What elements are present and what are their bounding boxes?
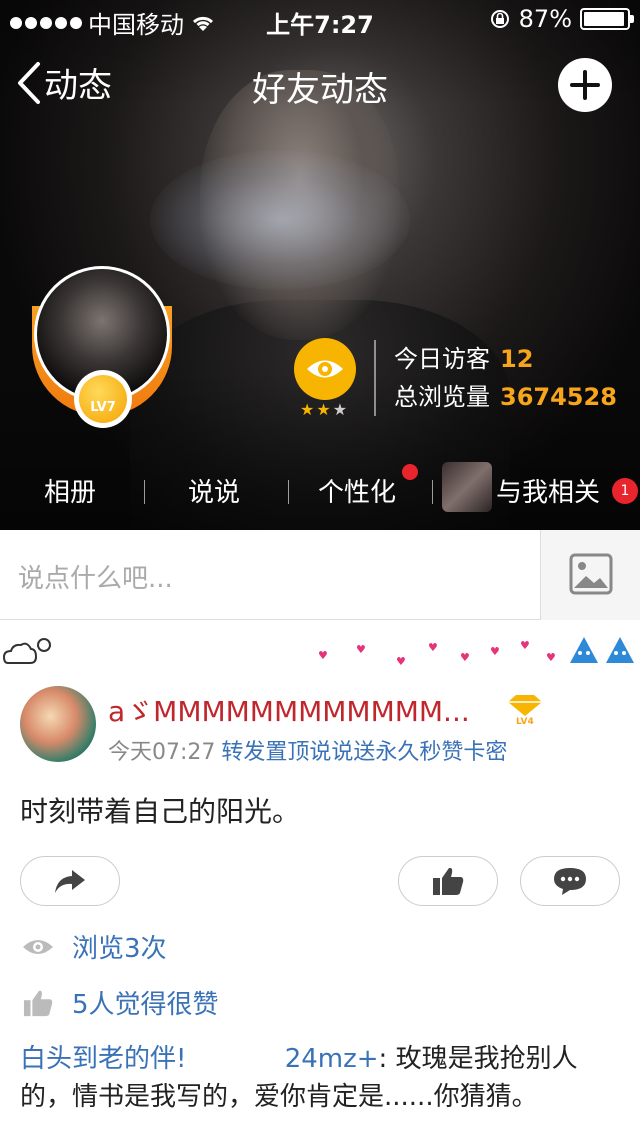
star-icon: ★: [300, 400, 315, 419]
heart-icon: ♥: [318, 649, 328, 662]
view-count-row: 浏览3次: [20, 928, 167, 965]
view-count: 浏览3次: [72, 934, 167, 964]
share-arrow-icon: [55, 870, 85, 893]
post-content: 时刻带着自己的阳光。: [20, 795, 301, 828]
decorative-pixel-band: ♥ ♥ ♥ ♥ ♥ ♥ ♥ ♥: [0, 621, 640, 676]
like-button[interactable]: [398, 856, 498, 906]
heart-icon: ♥: [520, 639, 530, 652]
level-badge[interactable]: LV7: [74, 370, 132, 428]
diamond-icon: LV4: [508, 695, 542, 727]
tab-separator: [144, 480, 145, 504]
add-button[interactable]: [558, 58, 612, 112]
post-author-name[interactable]: aゞMMMMMMMMMMMM...: [108, 690, 492, 730]
heart-icon: ♥: [490, 645, 500, 658]
back-button[interactable]: 动态: [14, 58, 112, 107]
visitor-eye-badge[interactable]: [294, 338, 356, 400]
thumbs-up-icon: [23, 990, 53, 1016]
svg-text:LV4: LV4: [516, 717, 534, 726]
star-rating: ★ ★ ★: [300, 400, 347, 419]
tab-shuoshuo[interactable]: 说说: [188, 472, 240, 509]
heart-icon: ♥: [428, 641, 438, 654]
total-views-label: 总浏览量: [394, 383, 490, 411]
back-label: 动态: [44, 66, 112, 106]
tab-album[interactable]: 相册: [44, 472, 96, 509]
profile-avatar-block: LV7: [32, 266, 172, 428]
orientation-lock-icon: [490, 10, 509, 28]
comment-author[interactable]: 白头到老的伴!: [20, 1044, 186, 1074]
photo-upload-button[interactable]: [540, 530, 640, 620]
comment-item: 白头到老的伴! 24mz+: 玫瑰是我抢别人的，情书是我写的，爱你肯定是....…: [20, 1040, 620, 1116]
notification-count-badge: 1: [612, 478, 638, 504]
heart-icon: ♥: [396, 655, 406, 668]
heart-icon: ♥: [546, 651, 556, 664]
today-visitors-count: 12: [500, 345, 534, 373]
eye-icon: [307, 360, 343, 378]
status-bar: 中国移动 上午7:27 87%: [0, 0, 640, 40]
profile-tabs: 相册 说说 个性化 与我相关 1: [0, 460, 640, 522]
visitor-stats[interactable]: 今日访客 12 总浏览量 3674528: [394, 340, 617, 416]
composer-bar: 说点什么吧...: [0, 530, 640, 620]
tab-separator: [432, 480, 433, 504]
image-icon: [569, 553, 613, 595]
plus-icon: [570, 70, 600, 100]
penguin-icon: [570, 637, 634, 663]
post-meta: 今天07:27 转发置顶说说送永久秒赞卡密: [108, 734, 507, 766]
heart-icon: ♥: [460, 651, 470, 664]
thumbs-up-icon: [433, 867, 464, 895]
tab-personalize[interactable]: 个性化: [318, 472, 396, 509]
eye-icon: [23, 939, 53, 954]
tab-separator: [288, 480, 289, 504]
like-count: 5人觉得很赞: [72, 990, 219, 1020]
heart-icon: ♥: [356, 643, 366, 656]
star-icon: ★: [316, 400, 331, 419]
comment-reply-to[interactable]: 24mz+: [285, 1044, 379, 1074]
battery-icon: [580, 8, 634, 30]
chevron-left-icon: [18, 61, 40, 104]
post-tagline-link[interactable]: 转发置顶说说送永久秒赞卡密: [221, 740, 507, 765]
visitors-divider: [374, 340, 376, 416]
level-label: LV7: [79, 375, 127, 423]
post-author-avatar[interactable]: [20, 686, 96, 762]
comment-button[interactable]: [520, 856, 620, 906]
comment-bubble-icon: [554, 868, 586, 895]
new-dot-badge: [402, 464, 418, 480]
share-button[interactable]: [20, 856, 120, 906]
star-icon: ★: [332, 400, 348, 419]
author-level-badge: LV4: [504, 692, 546, 727]
composer-input[interactable]: 说点什么吧...: [18, 558, 173, 595]
today-visitors-label: 今日访客: [394, 345, 490, 373]
like-count-row[interactable]: 5人觉得很赞: [20, 984, 219, 1021]
nav-bar: 动态 好友动态: [0, 50, 640, 120]
tab-related-to-me[interactable]: 与我相关: [496, 472, 600, 509]
post-time: 今天07:27: [108, 740, 216, 765]
total-views-count: 3674528: [500, 383, 617, 411]
related-avatar-thumb[interactable]: [442, 462, 492, 512]
cloud-icon: [2, 638, 51, 664]
battery-percent: 87%: [518, 5, 572, 33]
